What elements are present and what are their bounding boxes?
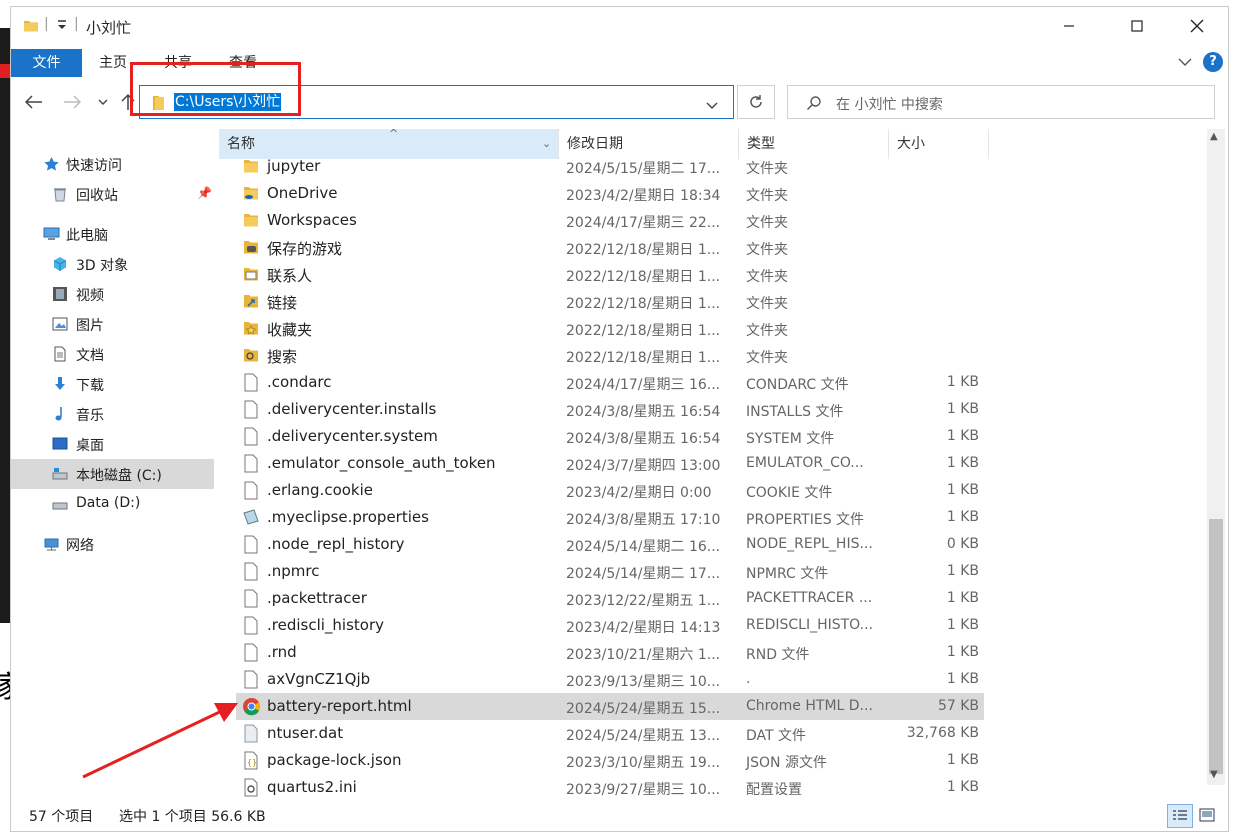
annotation-arrow — [82, 703, 238, 779]
